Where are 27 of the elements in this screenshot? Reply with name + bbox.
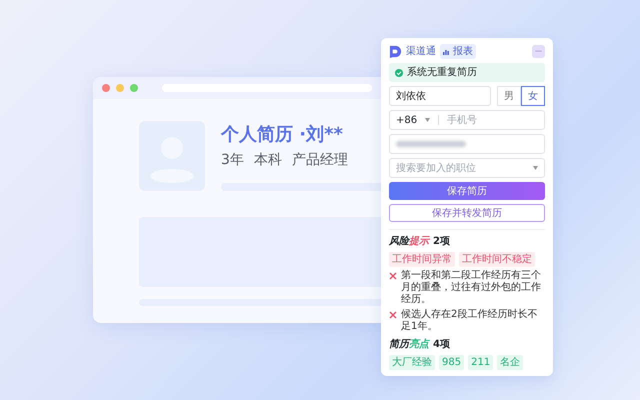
logo-text: 渠道通: [406, 44, 436, 59]
subtitle-text: 本科: [254, 151, 282, 170]
risk-count: 2项: [433, 235, 450, 249]
phone-field[interactable]: +86 手机号: [389, 110, 545, 130]
gender-button[interactable]: 男: [497, 86, 521, 106]
gender-button[interactable]: 女: [521, 86, 545, 106]
position-select[interactable]: 搜索要加入的职位: [389, 158, 545, 178]
issue-text: 第一段和第二段工作经历有三个月的重叠，过往有过外包的工作经历。: [401, 270, 542, 306]
issue-text: 候选人存在2段工作经历时长不足1年。: [401, 309, 538, 333]
highlight-title: 简历亮点: [389, 337, 429, 352]
tag: 大厂经验: [389, 355, 435, 370]
highlight-count: 4项: [433, 338, 450, 352]
status-text: 系统无重复简历: [407, 66, 477, 80]
report-link[interactable]: 报表: [440, 44, 476, 59]
tag: 211: [468, 355, 494, 370]
name-field[interactable]: 刘依依: [389, 86, 491, 106]
tag: 工作时间异常: [389, 252, 455, 267]
subtitle-text: 产品经理: [292, 151, 348, 170]
tag: 985: [439, 355, 464, 370]
save-button[interactable]: 保存简历: [389, 182, 545, 200]
tag: 工作时间不稳定: [459, 252, 535, 267]
subtitle-text: 3年: [221, 151, 244, 170]
risk-title: 风险提示: [389, 234, 429, 249]
country-code-select[interactable]: +86: [396, 112, 418, 128]
resume-title: 个人简历 ·刘**: [221, 123, 344, 147]
tag: 名企: [497, 355, 524, 370]
save-forward-button[interactable]: 保存并转发简历: [389, 204, 545, 222]
